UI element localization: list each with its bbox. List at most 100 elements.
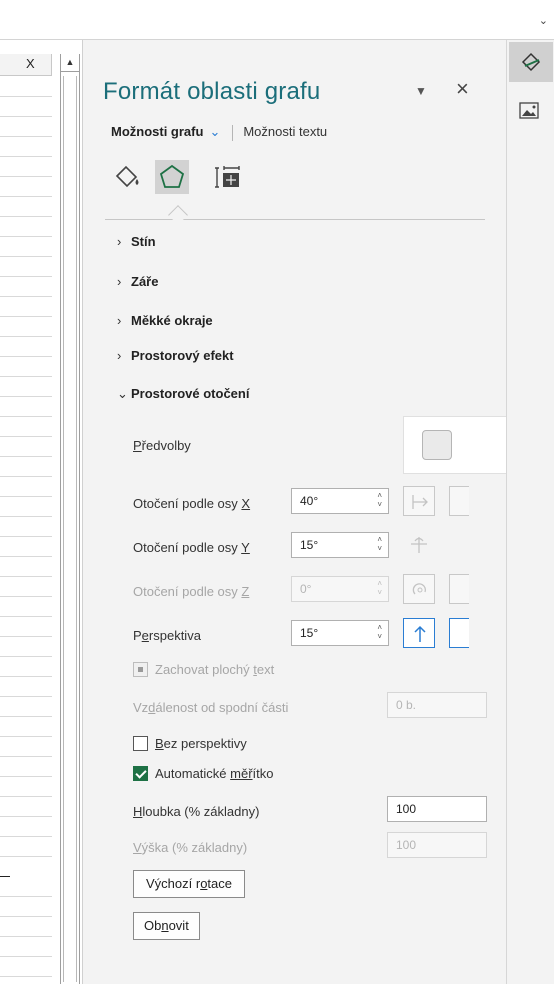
height-field: 100 [387, 832, 487, 858]
height-label: Výška (% základny) [133, 840, 248, 855]
size-properties-icon[interactable] [211, 160, 245, 194]
grid-row [0, 396, 52, 397]
grid-row [0, 436, 52, 437]
close-icon[interactable]: × [456, 76, 469, 102]
tab-divider [105, 219, 485, 220]
column-header-x[interactable]: X [0, 54, 52, 76]
grid-row [0, 336, 52, 337]
chevron-down-icon[interactable]: ⌄ [539, 14, 548, 27]
grid-row [0, 856, 52, 857]
worksheet-area: X [0, 40, 62, 984]
y-rotation-label: Otočení podle osy Y [133, 540, 250, 555]
grid-row [0, 376, 52, 377]
section-label: Stín [131, 234, 156, 249]
presets-label: Předvolby [133, 438, 191, 453]
autoscale-checkbox[interactable]: Automatické měřítko [133, 766, 274, 781]
effects-pentagon-icon[interactable] [155, 160, 189, 194]
grid-row [0, 256, 52, 257]
section-label: Záře [131, 274, 159, 289]
grid-row [0, 896, 52, 897]
picture-icon[interactable] [515, 96, 545, 126]
scroll-thumb[interactable] [63, 76, 77, 982]
grid-row [0, 196, 52, 197]
tab-separator [232, 124, 234, 141]
section-glow[interactable]: › Záře [117, 274, 158, 289]
section-3d-rotation[interactable]: ⌄ Prostorové otočení [117, 386, 249, 402]
pane-title: Formát oblasti grafu [103, 78, 321, 105]
grid-row [0, 956, 52, 957]
distance-from-ground-label: Vzdálenost od spodní části [133, 700, 289, 715]
keep-text-flat-checkbox: Zachovat plochý text [133, 662, 274, 677]
grid-row [0, 736, 52, 737]
grid-row [0, 536, 52, 537]
section-label: Prostorové otočení [131, 386, 250, 401]
grid-row [0, 176, 52, 177]
grid-row [0, 776, 52, 777]
x-rotation-spinner[interactable]: 40° ˄ ˅ [291, 488, 389, 514]
pane-options-chevron-icon[interactable]: ▼ [415, 84, 427, 98]
grid-row [0, 976, 52, 977]
chevron-down-icon: ⌄ [117, 386, 128, 401]
grid-row [0, 816, 52, 817]
tab-text-options[interactable]: Možnosti textu [243, 124, 327, 139]
section-soft-edges[interactable]: › Měkké okraje [117, 313, 213, 328]
z-rotation-label: Otočení podle osy Z [133, 584, 250, 599]
reset-button[interactable]: Obnovit [133, 912, 200, 940]
grid-row [0, 636, 52, 637]
grid-row [0, 296, 52, 297]
default-rotation-button[interactable]: Výchozí rotace [133, 870, 245, 898]
grid-row [0, 136, 52, 137]
chevron-right-icon: › [117, 274, 122, 289]
tab-chart-options[interactable]: Možnosti grafu [111, 124, 203, 139]
presets-dropdown[interactable] [403, 416, 507, 474]
narrow-field-of-view-arrow-up-icon[interactable] [403, 618, 435, 648]
grid-row [0, 216, 52, 217]
grid-row [0, 756, 52, 757]
grid-row [0, 516, 52, 517]
chevron-right-icon: › [117, 234, 122, 249]
x-rotation-label: Otočení podle osy X [133, 496, 251, 511]
section-3d-format[interactable]: › Prostorový efekt [117, 348, 234, 363]
grid-row [0, 416, 52, 417]
vertical-scrollbar[interactable]: ▲ [60, 54, 80, 984]
grid-row [0, 556, 52, 557]
rotate-right-icon[interactable] [449, 486, 469, 516]
no-perspective-checkbox[interactable]: Bez perspektivy [133, 736, 247, 751]
rotate-left-icon[interactable] [403, 486, 435, 516]
rotate-counterclockwise-icon[interactable] [403, 574, 435, 604]
fill-line-icon[interactable] [111, 160, 145, 194]
grid-row [0, 276, 52, 277]
x-rotation-value: 40° [300, 494, 319, 508]
grid-row [0, 696, 52, 697]
depth-label: Hloubka (% základny) [133, 804, 260, 819]
section-shadow[interactable]: › Stín [117, 234, 156, 249]
section-label: Prostorový efekt [131, 348, 234, 363]
grid-row [0, 476, 52, 477]
chevron-down-icon[interactable]: ⌄ [209, 124, 220, 139]
perspective-spinner[interactable]: 15° ˄ ˅ [291, 620, 389, 646]
format-chart-icon[interactable] [509, 42, 553, 82]
tilt-up-icon[interactable] [449, 530, 469, 560]
grid-row [0, 316, 52, 317]
spinner-arrows-icon: ˄ ˅ [377, 579, 382, 597]
scroll-up-arrow-icon[interactable]: ▲ [61, 54, 79, 72]
y-rotation-value: 15° [300, 538, 319, 552]
widen-field-of-view-icon[interactable] [449, 618, 469, 648]
spinner-arrows-icon[interactable]: ˄ ˅ [377, 535, 382, 553]
y-rotation-spinner[interactable]: 15° ˄ ˅ [291, 532, 389, 558]
grid-row [0, 916, 52, 917]
tilt-down-icon[interactable] [403, 530, 435, 560]
depth-field[interactable]: 100 [387, 796, 487, 822]
grid-row [0, 456, 52, 457]
active-category-pointer [168, 205, 188, 225]
rotate-clockwise-icon[interactable] [449, 574, 469, 604]
formula-bar: ⌄ [0, 0, 554, 40]
format-chart-area-pane: Formát oblasti grafu ▼ × Možnosti grafu ⌄… [82, 40, 507, 984]
checkbox-checked [133, 766, 148, 781]
spinner-arrows-icon[interactable]: ˄ ˅ [377, 491, 382, 509]
spinner-arrows-icon[interactable]: ˄ ˅ [377, 623, 382, 641]
pane-tabs: Možnosti grafu ⌄ Možnosti textu [111, 124, 327, 141]
grid-row [0, 236, 52, 237]
grid-row [0, 716, 52, 717]
z-rotation-spinner: 0° ˄ ˅ [291, 576, 389, 602]
